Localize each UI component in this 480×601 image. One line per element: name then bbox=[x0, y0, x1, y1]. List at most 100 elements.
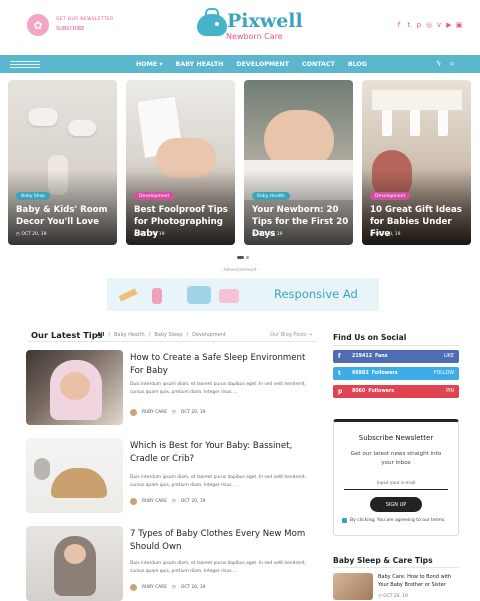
slide-date: ◷ OCT 20, 19 bbox=[252, 232, 283, 237]
pinterest-icon[interactable]: p bbox=[415, 20, 423, 29]
twitter-icon: t bbox=[338, 370, 341, 377]
tab-development[interactable]: Development bbox=[192, 332, 226, 338]
twitter-label: Followers bbox=[371, 371, 398, 376]
social-section-title: Find Us on Social bbox=[333, 333, 407, 342]
menu-lines-icon[interactable] bbox=[10, 59, 40, 69]
article-thumbnail[interactable] bbox=[26, 350, 123, 425]
nav-item-development[interactable]: DEVELOPMENT bbox=[236, 61, 289, 68]
newsletter-box-title: Subscribe Newsletter bbox=[358, 434, 434, 442]
terms-consent: By clicking, You are agreeing to our ter… bbox=[342, 518, 446, 523]
whale-logo-icon[interactable] bbox=[197, 8, 227, 36]
slide-category-badge[interactable]: Development bbox=[134, 192, 175, 200]
slide-card[interactable]: Baby Shop Baby & Kids' Room Decor You'll… bbox=[8, 80, 117, 245]
baby-face-image bbox=[64, 544, 86, 564]
consent-text: By clicking, You are agreeing to our ter… bbox=[350, 518, 446, 523]
facebook-like-action[interactable]: LIKE bbox=[444, 354, 454, 359]
slide-category-badge[interactable]: Baby Health bbox=[252, 192, 290, 200]
bassinet-image bbox=[51, 468, 107, 498]
latest-tips-title: Our Latest Tips bbox=[31, 330, 103, 340]
header-social-icons: f t p ◎ v ▶ ▣ bbox=[395, 20, 463, 29]
sidebar-post-thumbnail[interactable] bbox=[333, 573, 373, 600]
author-name[interactable]: RUBY CARE bbox=[142, 585, 167, 590]
slider-dot-active[interactable] bbox=[237, 256, 244, 259]
author-name[interactable]: RUBY CARE bbox=[142, 499, 167, 504]
search-icon[interactable]: ⌕ bbox=[450, 59, 454, 69]
facebook-fans-row[interactable]: f 219412 Fans LIKE bbox=[333, 350, 459, 363]
author-avatar[interactable] bbox=[130, 584, 137, 591]
article-title[interactable]: How to Create a Safe Sleep Environment F… bbox=[130, 352, 310, 378]
baby-bottle-icon bbox=[152, 288, 162, 304]
slider-dot[interactable] bbox=[246, 256, 249, 259]
lightning-icon[interactable]: ϟ bbox=[436, 59, 441, 68]
tab-baby-sleep[interactable]: Baby Sleep bbox=[154, 332, 182, 338]
tab-separator: / bbox=[186, 332, 189, 338]
article-date: OCT 20, 19 bbox=[180, 585, 206, 590]
tab-all[interactable]: All bbox=[97, 332, 104, 338]
article-excerpt: Duis interdum ipsum diam, et laoreet pur… bbox=[130, 475, 307, 488]
newsletter-flower-icon[interactable]: ✿ bbox=[27, 14, 49, 36]
stocking-image bbox=[438, 110, 448, 136]
slide-card[interactable]: Baby Health Your Newborn: 20 Tips for th… bbox=[244, 80, 353, 245]
sidebar-divider bbox=[333, 345, 459, 346]
cloud-decor-image bbox=[68, 120, 96, 136]
twitter-follow-action[interactable]: FOLLOW bbox=[434, 371, 454, 376]
pinterest-pin-action[interactable]: PIN bbox=[446, 389, 454, 394]
pinterest-label: Followers bbox=[368, 389, 395, 394]
tab-baby-health[interactable]: Baby Health bbox=[114, 332, 145, 338]
article-title[interactable]: Which is Best for Your Baby: Bassinet, C… bbox=[130, 440, 310, 466]
newsletter-subscribe-link[interactable]: SUBSCRIBE bbox=[56, 26, 84, 32]
slide-category-badge[interactable]: Baby Shop bbox=[16, 192, 51, 200]
section-divider bbox=[27, 341, 317, 342]
sidebar-post: Baby Care: How to Bond with Your Baby Br… bbox=[333, 573, 459, 600]
author-avatar[interactable] bbox=[130, 498, 137, 505]
tab-separator: / bbox=[108, 332, 110, 338]
nav-item-contact[interactable]: CONTACT bbox=[302, 61, 335, 68]
app-icon[interactable]: ▣ bbox=[455, 20, 463, 29]
facebook-icon: f bbox=[338, 353, 341, 360]
signup-button[interactable]: SIGN UP bbox=[370, 497, 422, 512]
facebook-icon[interactable]: f bbox=[395, 20, 403, 29]
sidebar-post-title[interactable]: Baby Care: How to Bond with Your Baby Br… bbox=[378, 574, 462, 589]
nav-item-baby-health[interactable]: BABY HEALTH bbox=[176, 61, 224, 68]
tab-separator: / bbox=[148, 332, 151, 338]
twitter-icon[interactable]: t bbox=[405, 20, 413, 29]
slide-category-badge[interactable]: Development bbox=[370, 192, 411, 200]
vimeo-icon[interactable]: v bbox=[435, 20, 443, 29]
nav-item-home[interactable]: HOME ▾ bbox=[136, 61, 163, 68]
slide-card[interactable]: Development 10 Great Gift Ideas for Babi… bbox=[362, 80, 471, 245]
twitter-count: 66982 bbox=[352, 371, 369, 376]
stocking-image bbox=[382, 110, 392, 136]
article-title[interactable]: 7 Types of Baby Clothes Every New Mom Sh… bbox=[130, 528, 310, 554]
facebook-count: 219412 bbox=[352, 354, 373, 359]
pinterest-followers-row[interactable]: p 8060 Followers PIN bbox=[333, 385, 459, 398]
slider-pagination bbox=[237, 256, 249, 259]
blog-posts-link[interactable]: Our Blog Posts → bbox=[270, 332, 312, 338]
article-thumbnail[interactable] bbox=[26, 526, 123, 601]
twitter-followers-row[interactable]: t 66982 Followers FOLLOW bbox=[333, 367, 459, 380]
slide-title[interactable]: Baby & Kids' Room Decor You'll Love bbox=[16, 204, 114, 228]
article-date: OCT 20, 19 bbox=[180, 410, 206, 415]
clock-icon: ◷ bbox=[172, 410, 176, 415]
author-name[interactable]: RUBY CARE bbox=[142, 410, 167, 415]
instagram-icon[interactable]: ◎ bbox=[425, 20, 433, 29]
advertisement-label: - Advertisement - bbox=[220, 268, 260, 273]
mantel-image bbox=[372, 90, 462, 110]
consent-checkbox[interactable] bbox=[342, 518, 347, 523]
site-logo-subtitle: Newborn Care bbox=[226, 32, 283, 41]
youtube-icon[interactable]: ▶ bbox=[445, 20, 453, 29]
sidebar-divider bbox=[333, 567, 459, 568]
stocking-image bbox=[410, 110, 420, 136]
slide-card[interactable]: Development Best Foolproof Tips for Phot… bbox=[126, 80, 235, 245]
author-avatar[interactable] bbox=[130, 409, 137, 416]
article-date: OCT 20, 19 bbox=[180, 499, 206, 504]
email-input[interactable]: Input your e-mail bbox=[344, 476, 448, 490]
nav-item-blog[interactable]: BLOG bbox=[348, 61, 367, 68]
slide-date: ◷ OCT 20, 19 bbox=[16, 232, 47, 237]
slide-date: ◷ OCT 20, 19 bbox=[134, 232, 165, 237]
site-logo-title[interactable]: Pixwell bbox=[227, 10, 303, 32]
article-thumbnail[interactable] bbox=[26, 438, 123, 513]
pinterest-count: 8060 bbox=[352, 389, 366, 394]
article-meta: RUBY CARE ◷ OCT 20, 19 bbox=[130, 584, 205, 591]
article-meta: RUBY CARE ◷ OCT 20, 19 bbox=[130, 409, 205, 416]
onesie-icon bbox=[219, 289, 239, 303]
